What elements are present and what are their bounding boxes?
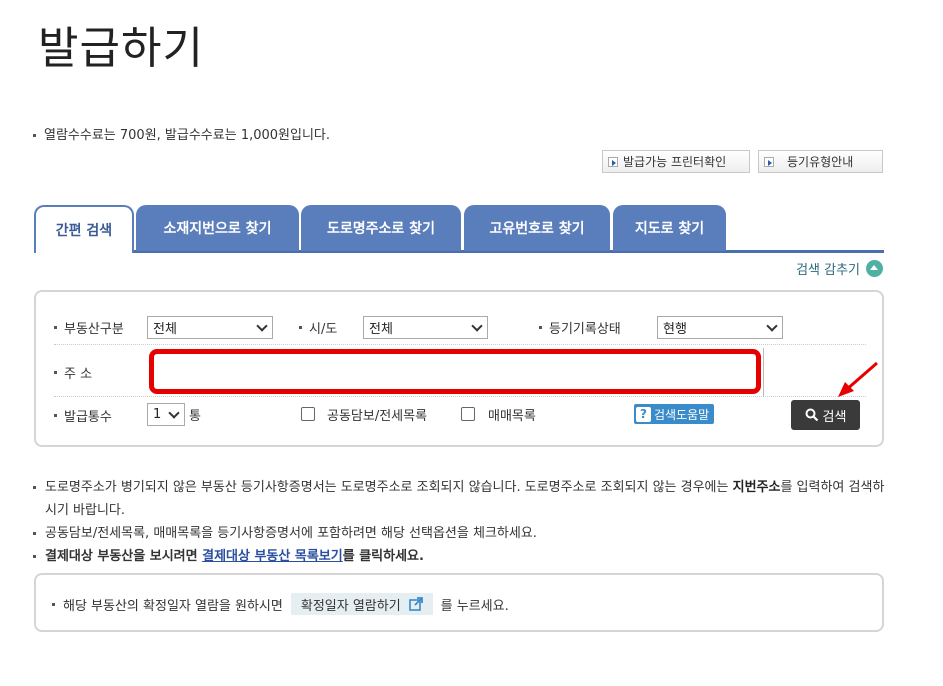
joint-collateral-checkbox[interactable] [301,407,315,421]
divider [54,396,866,397]
fixed-date-info: 해당 부동산의 확정일자 열람을 원하시면 확정일자 열람하기 를 누르세요. [52,593,509,615]
top-buttons: 발급가능 프린터확인 등기유형안내 [602,150,883,173]
divider [763,348,764,396]
record-status-value: 현행 [663,322,687,337]
collapse-search-label: 검색 감추기 [796,263,860,278]
copies-value: 1 [153,407,162,422]
external-link-icon [408,597,423,611]
fee-note: 열람수수료는 700원, 발급수수료는 1,000원입니다. [33,124,330,143]
copies-select[interactable]: 1 [147,403,185,426]
address-label-text: 주 소 [64,367,93,382]
property-type-value: 전체 [153,322,177,337]
sales-list-checkbox[interactable] [461,407,475,421]
printer-check-button[interactable]: 발급가능 프린터확인 [602,150,750,173]
tab-lot-number-search[interactable]: 소재지번으로 찾기 [136,205,299,251]
address-label: 주 소 [54,363,92,382]
bullet-icon [54,414,57,417]
note-include-lists-text: 공동담보/전세목록, 매매목록을 등기사항증명서에 포함하려면 해당 선택옵션을… [45,526,537,541]
copies-label-text: 발급통수 [64,410,112,425]
sales-list-label: 매매목록 [488,409,536,424]
chevron-up-icon [866,260,883,277]
payment-list-link[interactable]: 결제대상 부동산 목록보기 [202,549,343,564]
property-type-label-text: 부동산구분 [64,322,124,337]
bullet-icon [52,602,55,606]
registry-type-guide-label: 등기유형안내 [787,155,854,169]
bullet-icon [33,532,36,535]
chevron-down-icon [471,320,483,332]
record-status-label: 등기기록상태 [539,318,621,337]
note-road-address-text: 도로명주소가 병기되지 않은 부동산 등기사항증명서는 도로명주소로 조회되지 … [45,480,729,495]
region-label-text: 시/도 [309,322,338,337]
search-button-label: 검색 [822,409,847,425]
arrow-right-icon [764,156,774,167]
fee-note-text: 열람수수료는 700원, 발급수수료는 1,000원입니다. [44,128,331,143]
note-payment-prefix: 결제대상 부동산을 보시려면 [45,549,198,564]
fixed-date-info-suffix: 를 누르세요. [440,598,509,614]
note-payment: 결제대상 부동산을 보시려면 결제대상 부동산 목록보기를 클릭하세요. [33,545,893,568]
fixed-date-view-label: 확정일자 열람하기 [300,598,401,614]
region-select[interactable]: 전체 [363,316,488,339]
fixed-date-info-box: 해당 부동산의 확정일자 열람을 원하시면 확정일자 열람하기 를 누르세요. [34,573,884,632]
tab-simple-search[interactable]: 간편 검색 [34,205,134,253]
tab-map-search[interactable]: 지도로 찾기 [613,205,726,251]
tab-unique-number-search[interactable]: 고유번호로 찾기 [464,205,610,251]
registry-type-guide-button[interactable]: 등기유형안내 [758,150,883,173]
property-type-label: 부동산구분 [54,318,124,337]
search-button[interactable]: 검색 [791,400,860,430]
fixed-date-view-button[interactable]: 확정일자 열람하기 [290,593,433,615]
bullet-icon [299,326,302,329]
record-status-label-text: 등기기록상태 [549,322,621,337]
note-payment-suffix: 를 클릭하세요. [342,549,424,564]
address-input[interactable] [149,349,761,394]
search-tabs: 간편 검색 소재지번으로 찾기 도로명주소로 찾기 고유번호로 찾기 지도로 찾… [34,205,884,253]
chevron-down-icon [256,320,268,332]
copies-unit: 통 [189,409,201,424]
fixed-date-info-prefix: 해당 부동산의 확정일자 열람을 원하시면 [63,598,283,614]
printer-check-label: 발급가능 프린터확인 [623,155,727,169]
notes-list: 도로명주소가 병기되지 않은 부동산 등기사항증명서는 도로명주소로 조회되지 … [33,476,893,568]
arrow-right-icon [608,156,618,167]
tab-road-address-search[interactable]: 도로명주소로 찾기 [301,205,461,251]
property-type-select[interactable]: 전체 [147,316,273,339]
red-arrow-icon [838,361,878,397]
chevron-down-icon [168,407,180,419]
collapse-search-link[interactable]: 검색 감추기 [796,259,883,278]
divider [54,344,866,345]
bullet-icon [33,486,36,489]
region-label: 시/도 [299,318,337,337]
page-title: 발급하기 [38,23,204,74]
bullet-icon [54,371,57,374]
record-status-select[interactable]: 현행 [657,316,783,339]
bullet-icon [539,326,542,329]
note-include-lists: 공동담보/전세목록, 매매목록을 등기사항증명서에 포함하려면 해당 선택옵션을… [33,522,893,545]
region-value: 전체 [369,322,393,337]
bullet-icon [33,134,36,137]
bullet-icon [54,326,57,329]
search-help-button[interactable]: ? 검색도움말 [634,404,715,424]
note-road-address-bold: 지번주소 [732,480,781,495]
question-icon: ? [636,406,651,422]
copies-label: 발급통수 [54,406,112,425]
chevron-down-icon [766,320,778,332]
search-help-label: 검색도움말 [654,407,710,422]
search-icon [805,408,818,422]
bullet-icon [33,555,36,558]
search-form: 부동산구분 전체 시/도 전체 등기기록상태 현행 주 소 발급통수 1 통 공… [34,290,884,447]
joint-collateral-label: 공동담보/전세목록 [327,409,428,424]
note-road-address: 도로명주소가 병기되지 않은 부동산 등기사항증명서는 도로명주소로 조회되지 … [33,476,893,522]
